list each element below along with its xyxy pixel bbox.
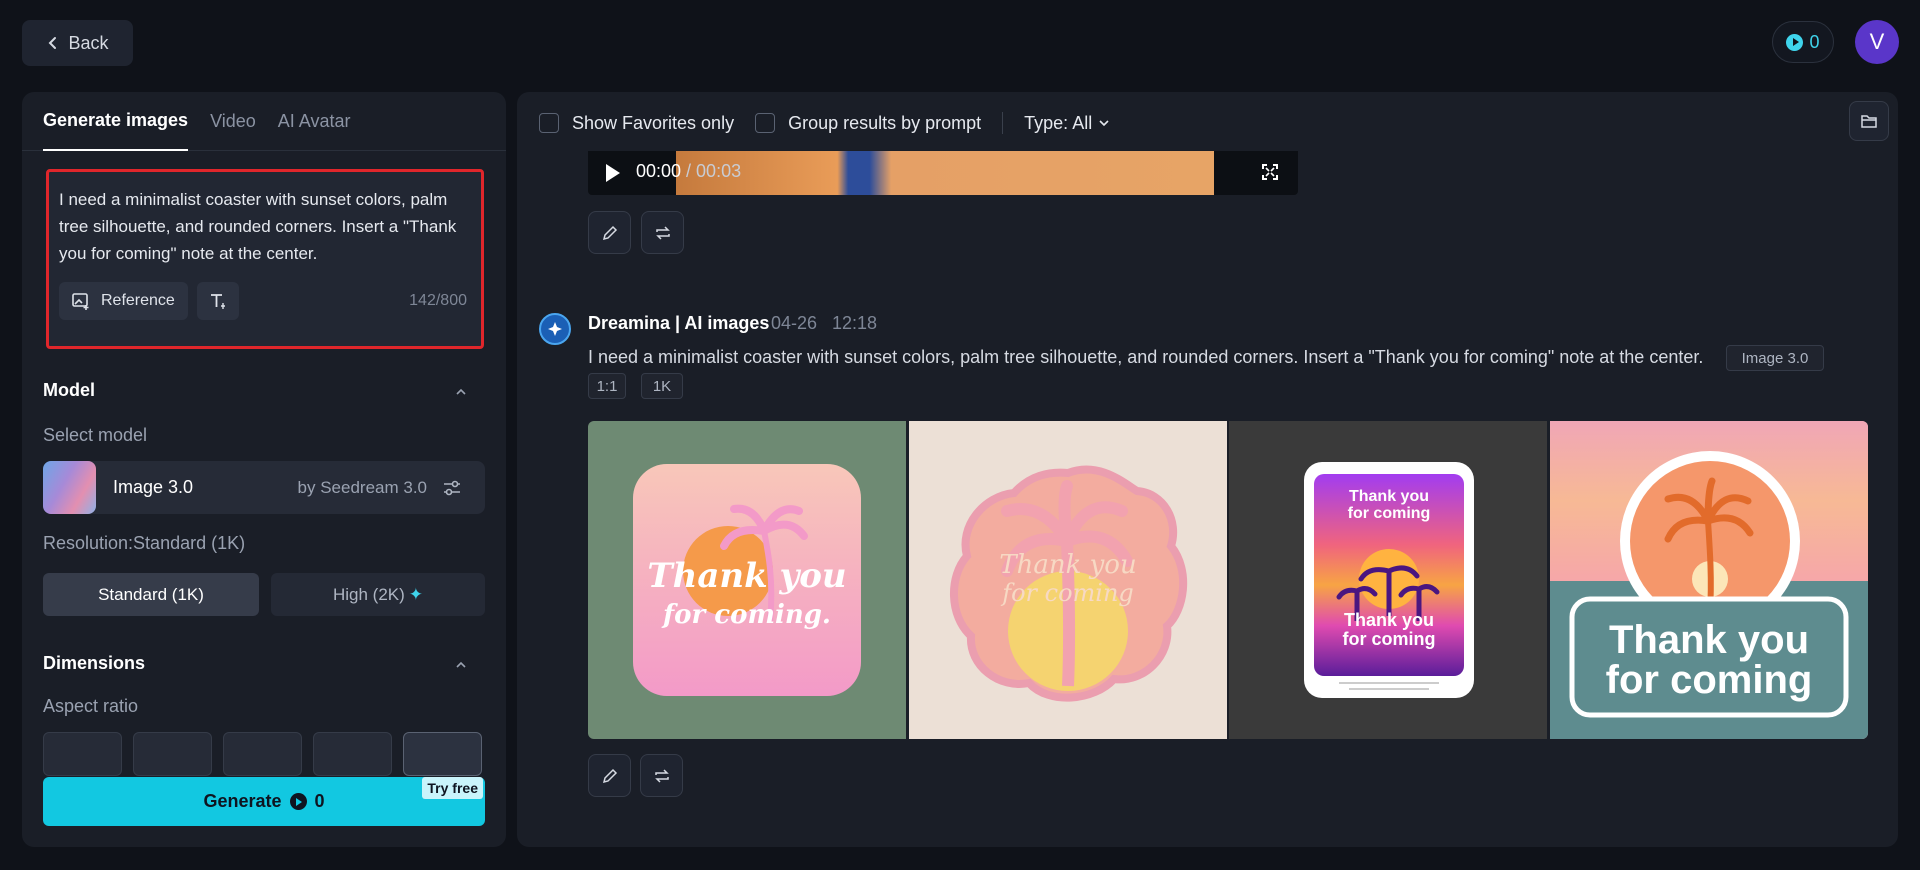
avatar-initial: V (1869, 29, 1885, 54)
resolution-chip: 1K (641, 373, 683, 399)
result-image-4[interactable]: Thank you for coming (1550, 421, 1868, 739)
filter-bar: Show Favorites only Group results by pro… (539, 111, 1110, 135)
chevron-down-icon (1099, 120, 1109, 127)
model-thumbnail (43, 461, 96, 514)
results-panel: Show Favorites only Group results by pro… (517, 92, 1898, 847)
chevron-up-icon[interactable] (454, 658, 468, 672)
model-name: Image 3.0 (113, 477, 194, 497)
image3-text-line4: for coming (1343, 629, 1436, 649)
model-provider: by Seedream 3.0 (297, 477, 427, 497)
video-time-current: 00:00 (636, 161, 682, 181)
message-author: Dreamina | AI images (588, 313, 770, 333)
message-prompt: I need a minimalist coaster with sunset … (588, 347, 1704, 367)
credits-count: 0 (1809, 31, 1820, 52)
result-image-3[interactable]: Thank you for coming Thank you for comin… (1229, 421, 1547, 739)
prompt-input[interactable]: I need a minimalist coaster with sunset … (46, 169, 484, 349)
image2-text-line1: Thank you (999, 550, 1136, 580)
favorites-checkbox[interactable] (539, 113, 559, 133)
model-chip: Image 3.0 (1726, 345, 1824, 371)
pencil-icon (602, 768, 617, 783)
dimensions-section-title: Dimensions (43, 653, 146, 673)
sliders-icon[interactable] (441, 477, 463, 499)
resolution-standard-button[interactable]: Standard (1K) (43, 573, 259, 616)
group-checkbox[interactable] (755, 113, 776, 133)
image2-text-line2: for coming (1000, 579, 1134, 607)
text-format-icon (211, 294, 225, 309)
fullscreen-icon[interactable] (1260, 162, 1280, 182)
repeat-icon (654, 768, 669, 783)
result-image-2[interactable]: Thank you for coming (909, 421, 1227, 739)
reference-label: Reference (101, 292, 175, 309)
message-date: 04-26 (771, 313, 818, 333)
select-model-label: Select model (43, 425, 148, 445)
credit-coin-icon (289, 793, 307, 810)
regenerate-button[interactable] (641, 211, 684, 254)
reference-button[interactable]: Reference (59, 282, 188, 320)
message-time: 12:18 (832, 313, 878, 333)
high-label: High (2K) (332, 584, 405, 604)
group-label[interactable]: Group results by prompt (788, 113, 981, 134)
edit-button[interactable] (588, 211, 631, 254)
generate-cost: 0 (314, 791, 325, 811)
back-label: Back (68, 32, 109, 53)
sparkle-icon: ✦ (408, 584, 424, 604)
video-player[interactable]: 00:00 / 00:03 (588, 151, 1298, 195)
chevron-up-icon[interactable] (454, 385, 468, 399)
aspect-ratio-option[interactable] (223, 732, 302, 776)
back-button[interactable]: Back (22, 20, 133, 66)
image4-text-line1: Thank you (1609, 618, 1809, 662)
favorites-label[interactable]: Show Favorites only (572, 113, 734, 134)
standard-label: Standard (1K) (98, 584, 204, 604)
folder-icon (1861, 115, 1877, 128)
mode-tabs: Generate images Video AI Avatar (22, 92, 506, 151)
repeat-icon (655, 225, 670, 240)
image1-text-line1: Thank you (647, 556, 846, 596)
user-avatar[interactable]: V (1855, 20, 1899, 64)
generate-label: Generate (203, 791, 282, 811)
aspect-ratio-option[interactable] (133, 732, 212, 776)
aspect-ratio-options (43, 732, 482, 776)
try-free-badge: Try free (422, 777, 483, 799)
image4-text-line2: for coming (1606, 658, 1813, 702)
tab-ai-avatar[interactable]: AI Avatar (278, 92, 351, 151)
video-frame (676, 151, 1214, 195)
dreamina-logo-icon (539, 313, 571, 345)
credit-coin-icon (1786, 33, 1804, 51)
play-icon[interactable] (606, 164, 620, 182)
tab-video[interactable]: Video (210, 92, 256, 151)
edit-button[interactable] (588, 754, 631, 797)
aspect-ratio-option[interactable] (313, 732, 392, 776)
aspect-ratio-option[interactable] (403, 732, 482, 776)
model-section-title: Model (43, 380, 95, 400)
chevron-left-icon (49, 37, 57, 49)
generate-button[interactable]: Generate 0 Try free (43, 777, 485, 826)
prompt-text[interactable]: I need a minimalist coaster with sunset … (59, 186, 459, 267)
generation-panel: Generate images Video AI Avatar I need a… (22, 92, 506, 847)
image1-text-line2: for coming. (661, 600, 831, 630)
credits-badge[interactable]: 0 (1772, 21, 1834, 63)
divider (1002, 112, 1004, 134)
aspect-ratio-label: Aspect ratio (43, 696, 139, 716)
resolution-label: Resolution:Standard (1K) (43, 533, 246, 553)
image3-text-line1: Thank you (1349, 488, 1429, 505)
model-selector[interactable]: Image 3.0 by Seedream 3.0 (43, 461, 485, 514)
regenerate-button[interactable] (640, 754, 683, 797)
char-counter: 142/800 (409, 292, 467, 309)
ratio-chip: 1:1 (588, 373, 626, 399)
image3-text-line2: for coming (1348, 505, 1431, 522)
result-image-1[interactable]: Thank you for coming. (588, 421, 906, 739)
tab-generate-images[interactable]: Generate images (43, 92, 189, 151)
resolution-high-button[interactable]: High (2K) ✦ (271, 573, 485, 616)
aspect-ratio-option[interactable] (43, 732, 122, 776)
video-time-total: / 00:03 (681, 161, 742, 181)
video-time: 00:00 / 00:03 (636, 161, 741, 182)
type-filter-label: Type: All (1024, 112, 1093, 133)
type-filter-dropdown[interactable]: Type: All (1024, 113, 1110, 134)
text-style-button[interactable] (197, 282, 239, 320)
image3-text-line3: Thank you (1344, 610, 1434, 630)
folder-button[interactable] (1849, 101, 1889, 141)
pencil-icon (602, 225, 617, 240)
image-add-icon (72, 293, 89, 310)
